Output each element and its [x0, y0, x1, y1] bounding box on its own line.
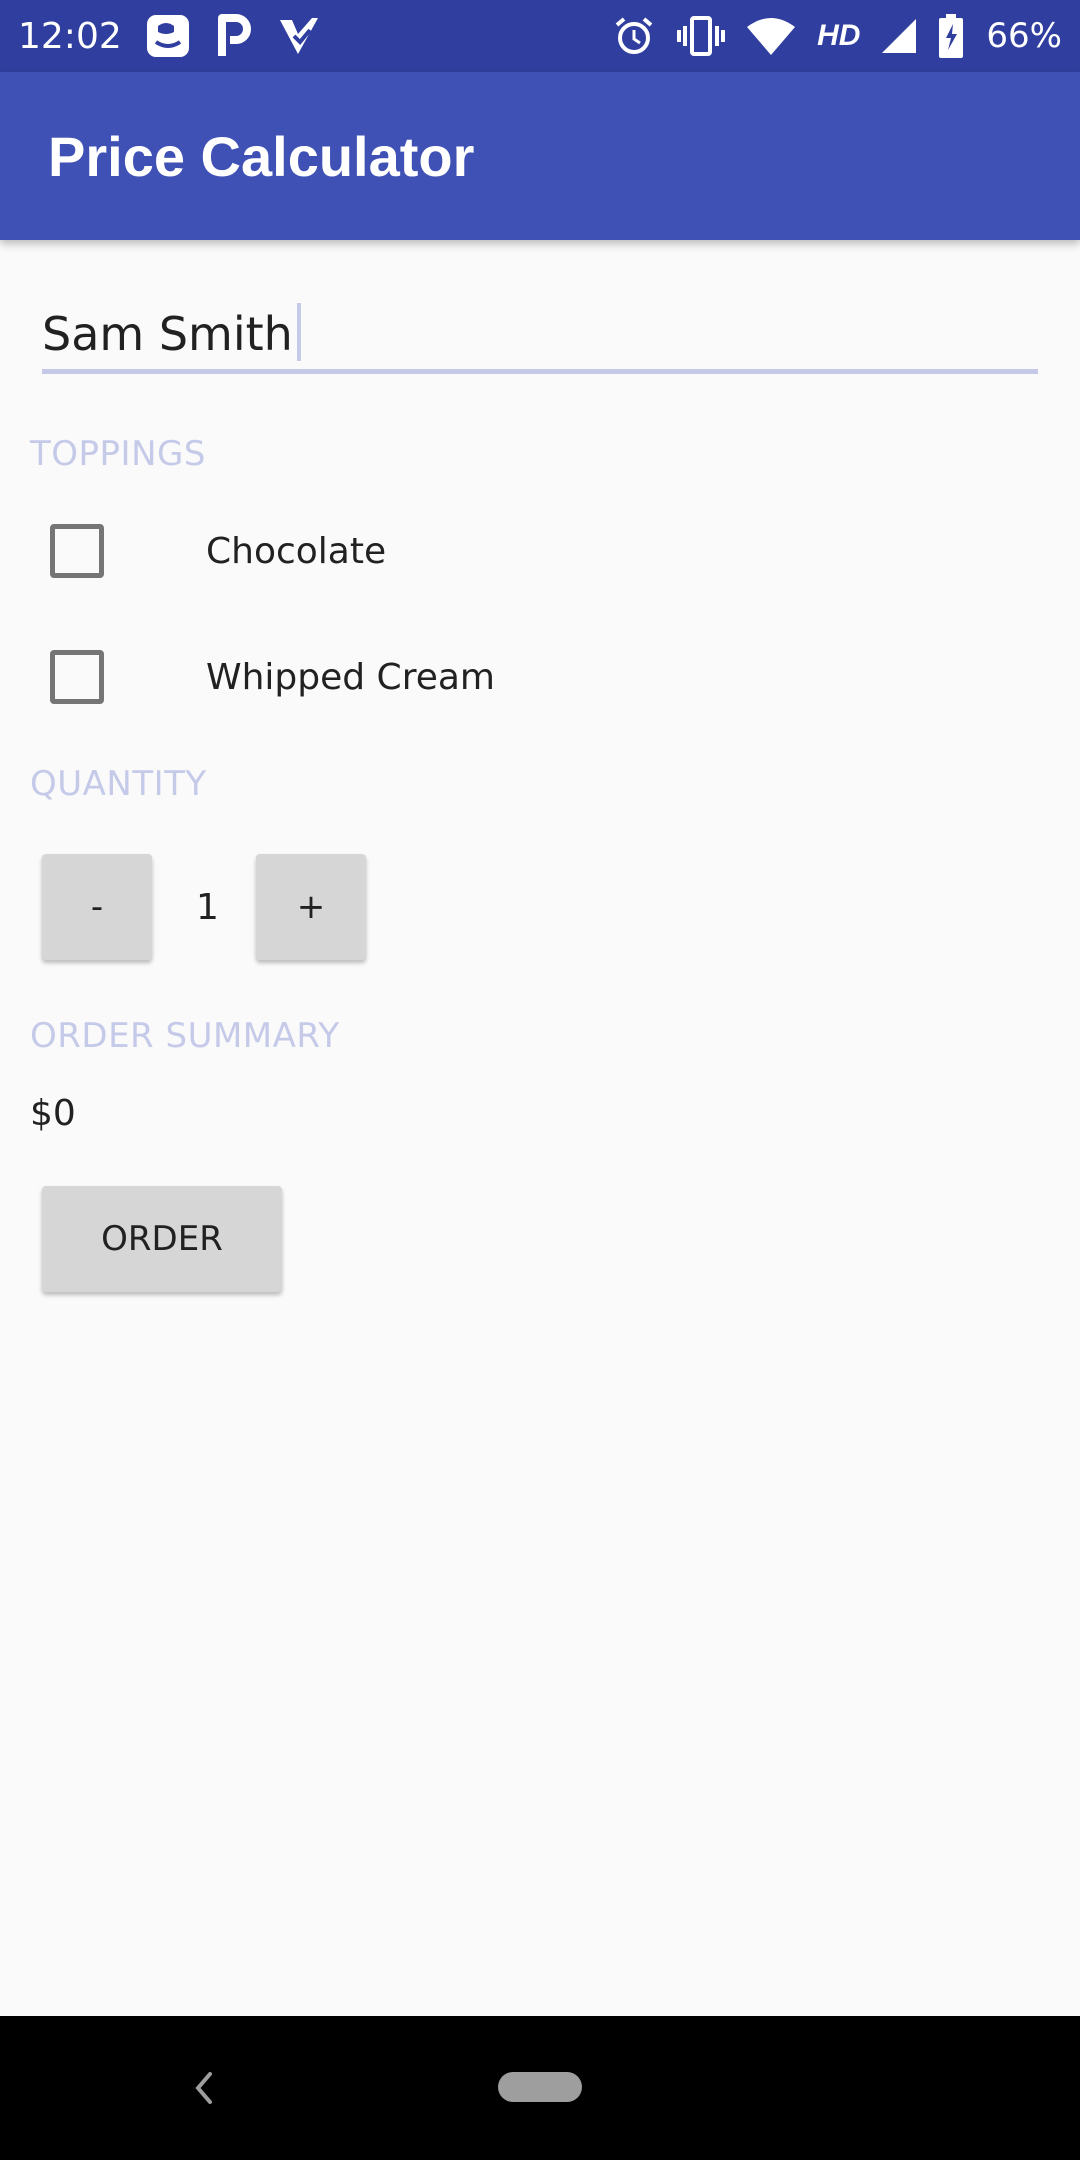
order-button[interactable]: ORDER: [42, 1186, 282, 1292]
topping-whipped-cream-row[interactable]: Whipped Cream: [50, 650, 495, 704]
status-bar: 12:02 HD 66%: [0, 0, 1080, 72]
order-summary-heading: ORDER SUMMARY: [30, 1016, 340, 1056]
status-time: 12:02: [18, 15, 122, 57]
alarm-icon: [613, 15, 655, 57]
toppings-heading: TOPPINGS: [30, 434, 206, 474]
parking-icon: [214, 14, 254, 58]
battery-percent: 66%: [986, 16, 1062, 56]
order-price: $0: [30, 1093, 76, 1134]
increment-button[interactable]: +: [256, 854, 366, 960]
wifi-icon: [747, 17, 796, 55]
gallery-icon: [144, 12, 192, 60]
chocolate-checkbox[interactable]: [50, 524, 104, 578]
decrement-button[interactable]: -: [42, 854, 152, 960]
navigation-bar: [0, 2016, 1080, 2160]
quantity-heading: QUANTITY: [30, 764, 207, 804]
battery-charging-icon: [938, 14, 964, 58]
text-cursor: [296, 303, 301, 361]
network-type: HD: [817, 19, 861, 52]
checkmark-app-icon: [276, 14, 320, 58]
signal-icon: [882, 19, 917, 53]
chocolate-label: Chocolate: [206, 530, 387, 572]
home-pill-button[interactable]: [498, 2072, 582, 2102]
name-input-value: Sam Smith: [42, 307, 293, 361]
whipped-cream-label: Whipped Cream: [206, 656, 495, 698]
vibrate-icon: [677, 16, 726, 56]
quantity-value: 1: [196, 887, 219, 928]
name-input[interactable]: Sam Smith: [42, 300, 1038, 374]
back-icon[interactable]: [190, 2068, 218, 2113]
whipped-cream-checkbox[interactable]: [50, 650, 104, 704]
topping-chocolate-row[interactable]: Chocolate: [50, 524, 386, 578]
app-bar: Price Calculator: [0, 72, 1080, 240]
page-title: Price Calculator: [48, 124, 475, 188]
status-left: 12:02: [18, 12, 320, 60]
status-right: HD 66%: [613, 14, 1062, 58]
